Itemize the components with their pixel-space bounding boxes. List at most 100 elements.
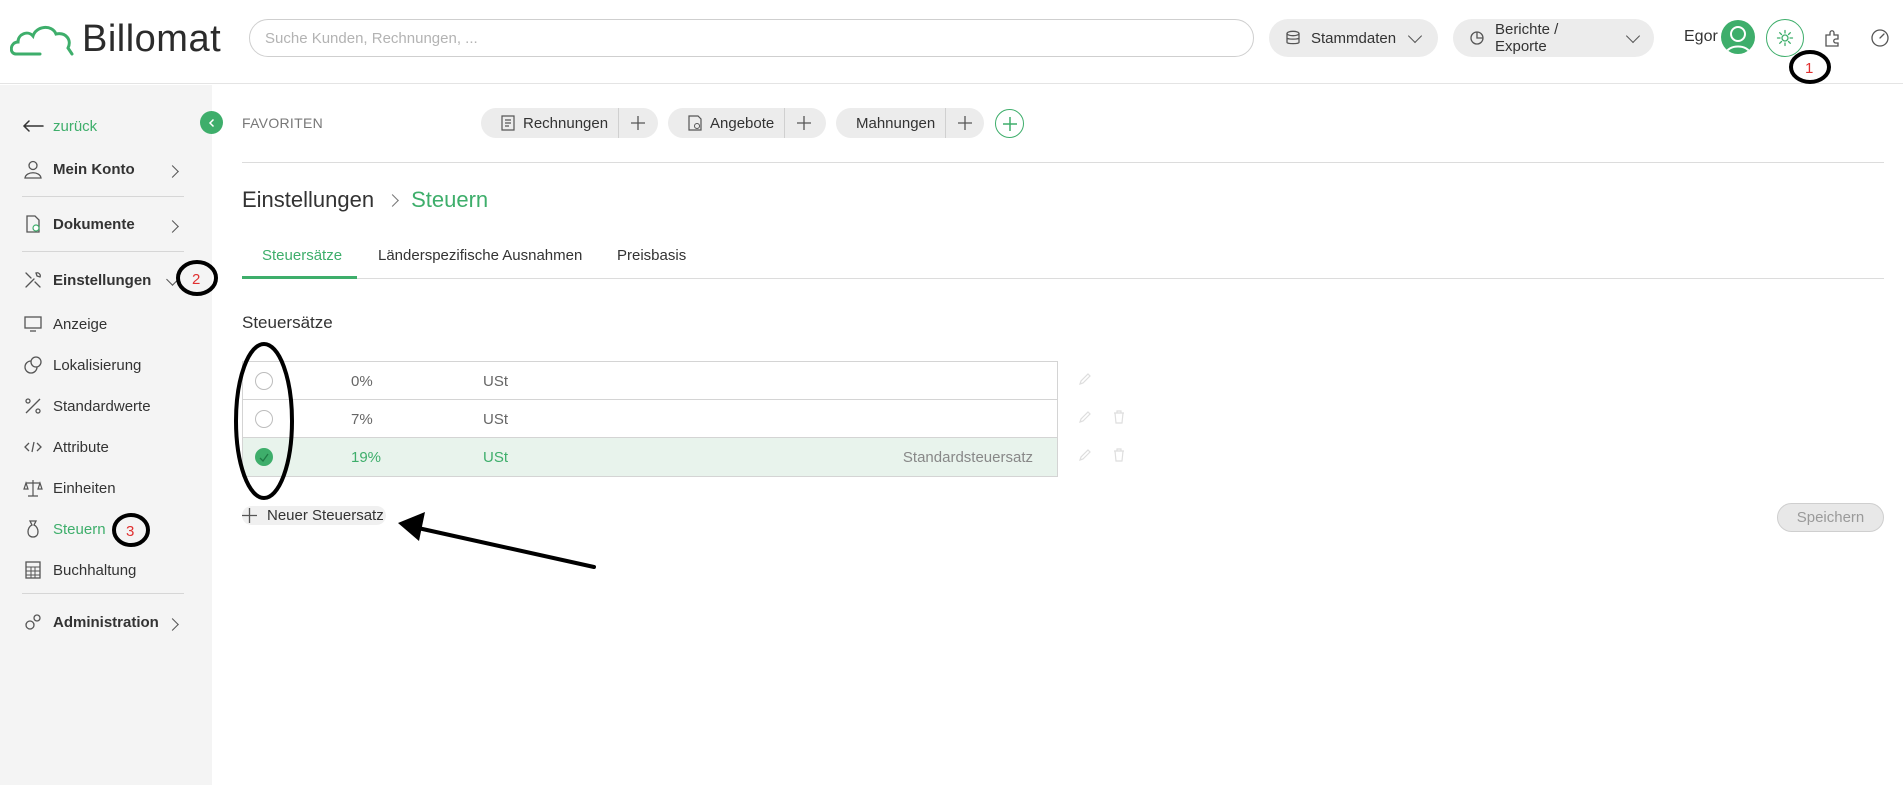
sidebar-item-label: Lokalisierung — [53, 356, 142, 374]
master-data-label: Stammdaten — [1311, 29, 1397, 47]
trash-icon[interactable] — [1111, 409, 1127, 425]
chevron-down-icon — [1625, 28, 1641, 43]
sidebar-item-label: Dokumente — [53, 215, 135, 233]
sidebar-item-units[interactable]: Einheiten — [22, 477, 116, 499]
favorite-open[interactable]: Angebote — [668, 108, 784, 138]
add-offer-button[interactable] — [784, 108, 822, 138]
app-name: Billomat — [82, 18, 222, 60]
favorites-label: FAVORITEN — [242, 115, 324, 131]
arrow-left-icon — [22, 115, 44, 137]
sidebar-item-administration[interactable]: Administration — [22, 611, 159, 633]
default-radio[interactable] — [255, 448, 273, 466]
table-row[interactable]: 7% USt — [243, 400, 1057, 438]
add-favorite-button[interactable] — [995, 109, 1024, 138]
favorite-reminders[interactable]: Mahnungen — [836, 108, 984, 138]
avatar[interactable] — [1721, 20, 1755, 54]
chevron-right-icon — [166, 220, 179, 233]
favorite-label: Mahnungen — [856, 114, 936, 132]
tab-bar: Steuersätze Länderspezifische Ausnahmen … — [242, 240, 1884, 279]
divider — [22, 196, 184, 197]
plus-icon — [242, 508, 257, 523]
default-radio[interactable] — [255, 410, 273, 428]
sidebar-item-display[interactable]: Anzeige — [22, 313, 107, 335]
tax-rate: 0% — [351, 373, 373, 390]
user-name: Egor — [1684, 28, 1718, 45]
master-data-menu[interactable]: Stammdaten — [1269, 19, 1438, 57]
add-invoice-button[interactable] — [618, 108, 656, 138]
chevron-right-icon — [166, 165, 179, 178]
annotation-arrow — [416, 526, 596, 569]
tax-rate: 19% — [351, 449, 382, 466]
document-icon — [22, 213, 44, 235]
favorite-offers[interactable]: Angebote — [668, 108, 826, 138]
gear-icon — [1776, 29, 1794, 47]
calculator-icon — [22, 559, 44, 581]
table-row[interactable]: 19% USt Standardsteuersatz — [243, 438, 1057, 476]
page-title: Steuern — [411, 187, 489, 212]
offer-icon — [688, 115, 702, 131]
search-input[interactable] — [265, 29, 1238, 47]
invoice-icon — [501, 115, 515, 131]
edit-pencil-icon[interactable] — [1077, 447, 1093, 463]
sidebar-item-label: Buchhaltung — [53, 561, 137, 579]
database-icon — [1286, 30, 1300, 45]
tax-name: USt — [483, 449, 509, 466]
table-row[interactable]: 0% USt — [243, 362, 1057, 400]
edit-pencil-icon[interactable] — [1077, 409, 1093, 425]
coins-icon — [22, 354, 44, 376]
sidebar-item-taxes[interactable]: Steuern — [22, 518, 106, 540]
puzzle-icon[interactable] — [1822, 27, 1844, 49]
sidebar-item-label: Einstellungen — [53, 271, 152, 289]
percent-icon — [22, 395, 44, 417]
sidebar-item-accounting[interactable]: Buchhaltung — [22, 559, 136, 581]
tools-icon — [22, 269, 44, 291]
tax-rate-table: 0% USt 7% USt 19% USt Standardsteuersatz — [242, 361, 1058, 477]
tab-country-exceptions[interactable]: Länderspezifische Ausnahmen — [378, 247, 582, 264]
favorite-open[interactable]: Rechnungen — [481, 108, 618, 138]
tax-name: USt — [483, 373, 509, 390]
new-tax-rate-button[interactable]: Neuer Steuersatz — [242, 506, 386, 525]
chevron-right-icon — [386, 193, 399, 207]
sidebar-item-documents[interactable]: Dokumente — [22, 213, 135, 235]
scale-icon — [22, 477, 44, 499]
reports-menu[interactable]: Berichte / Exporte — [1453, 19, 1654, 57]
sidebar-back[interactable]: zurück — [22, 115, 97, 137]
chevron-right-icon — [166, 618, 179, 631]
monitor-icon — [22, 313, 44, 335]
sidebar-item-attributes[interactable]: Attribute — [22, 436, 109, 458]
sidebar-item-label: Standardwerte — [53, 397, 151, 415]
divider — [22, 593, 184, 594]
logo[interactable]: Billomat — [10, 18, 221, 61]
plus-icon — [957, 116, 972, 130]
sidebar-item-label: Mein Konto — [53, 160, 135, 178]
chevron-down-icon — [166, 273, 179, 286]
edit-pencil-icon[interactable] — [1077, 371, 1093, 387]
favorite-invoices[interactable]: Rechnungen — [481, 108, 658, 138]
sidebar-collapse-button[interactable] — [200, 111, 223, 134]
gauge-icon[interactable] — [1869, 27, 1891, 49]
cloud-logo-icon — [10, 25, 74, 55]
settings-button[interactable] — [1766, 19, 1804, 57]
sidebar-item-localization[interactable]: Lokalisierung — [22, 354, 141, 376]
breadcrumb-parent[interactable]: Einstellungen — [242, 187, 374, 213]
trash-icon[interactable] — [1111, 447, 1127, 463]
user-avatar-icon — [1725, 26, 1751, 54]
favorite-open[interactable]: Mahnungen — [836, 108, 945, 138]
default-radio[interactable] — [255, 372, 273, 390]
search-box[interactable] — [249, 19, 1254, 57]
plus-icon — [1002, 116, 1017, 131]
save-button[interactable]: Speichern — [1777, 503, 1884, 532]
money-bag-icon — [22, 518, 44, 540]
sidebar-item-settings[interactable]: Einstellungen — [22, 269, 151, 291]
sidebar-item-my-account[interactable]: Mein Konto — [22, 158, 135, 180]
code-icon — [22, 436, 44, 458]
add-reminder-button[interactable] — [945, 108, 983, 138]
sidebar-item-label: Anzeige — [53, 315, 108, 333]
sidebar-item-defaults[interactable]: Standardwerte — [22, 395, 151, 417]
top-bar: Billomat Stammdaten Berichte / Exporte E… — [0, 0, 1903, 84]
divider — [242, 162, 1884, 163]
tab-price-basis[interactable]: Preisbasis — [617, 247, 686, 264]
tab-tax-rates[interactable]: Steuersätze — [262, 247, 342, 264]
new-tax-rate-label: Neuer Steuersatz — [267, 507, 384, 524]
chevron-down-icon — [1407, 28, 1423, 43]
